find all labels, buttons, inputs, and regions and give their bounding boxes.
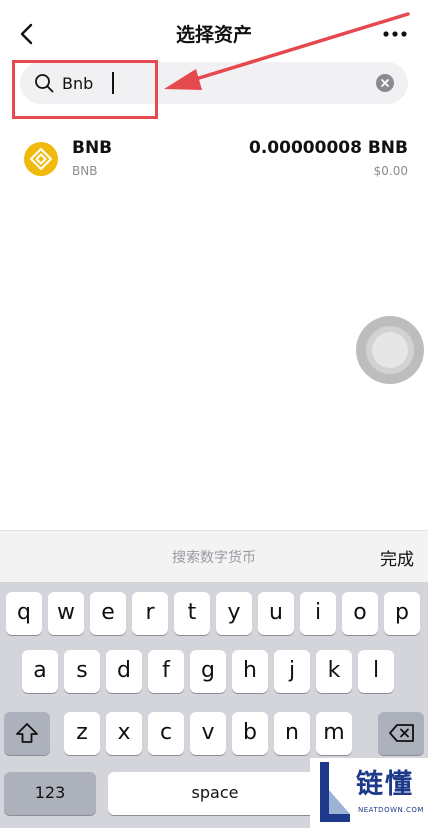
done-button[interactable]: 完成	[380, 545, 414, 570]
asset-row[interactable]: BNB BNB 0.00000008 BNB $0.00	[0, 130, 428, 188]
keyboard-toolbar: 搜索数字货币 完成	[0, 530, 428, 582]
space-key[interactable]: space	[108, 772, 322, 815]
key-v[interactable]: v	[190, 712, 226, 755]
asset-symbol: BNB	[72, 164, 98, 178]
watermark-text: 链懂	[356, 769, 414, 800]
key-p[interactable]: p	[384, 592, 420, 635]
key-q[interactable]: q	[6, 592, 42, 635]
assistive-ring-inner	[372, 332, 408, 368]
key-x[interactable]: x	[106, 712, 142, 755]
watermark-logo-icon	[320, 762, 350, 822]
more-horizontal-icon[interactable]	[382, 30, 408, 38]
watermark: 链懂 NEATDOWN.COM	[310, 758, 428, 828]
key-i[interactable]: i	[300, 592, 336, 635]
key-e[interactable]: e	[90, 592, 126, 635]
key-n[interactable]: n	[274, 712, 310, 755]
asset-balance: 0.00000008 BNB	[249, 138, 408, 158]
bnb-coin-icon	[24, 142, 58, 176]
key-u[interactable]: u	[258, 592, 294, 635]
numbers-key[interactable]: 123	[4, 772, 96, 815]
key-r[interactable]: r	[132, 592, 168, 635]
key-t[interactable]: t	[174, 592, 210, 635]
key-g[interactable]: g	[190, 650, 226, 693]
key-c[interactable]: c	[148, 712, 184, 755]
shift-arrow-icon	[16, 723, 38, 743]
highlight-box	[12, 60, 158, 119]
key-o[interactable]: o	[342, 592, 378, 635]
key-f[interactable]: f	[148, 650, 184, 693]
key-k[interactable]: k	[316, 650, 352, 693]
assistive-touch-button[interactable]	[356, 316, 424, 384]
key-d[interactable]: d	[106, 650, 142, 693]
key-h[interactable]: h	[232, 650, 268, 693]
key-z[interactable]: z	[64, 712, 100, 755]
key-w[interactable]: w	[48, 592, 84, 635]
watermark-subtext: NEATDOWN.COM	[358, 806, 424, 814]
backspace-icon	[389, 724, 414, 742]
key-l[interactable]: l	[358, 650, 394, 693]
key-a[interactable]: a	[22, 650, 58, 693]
clear-icon[interactable]	[376, 74, 394, 92]
key-y[interactable]: y	[216, 592, 252, 635]
page-title: 选择资产	[175, 24, 252, 46]
header: 选择资产	[0, 0, 428, 64]
asset-name: BNB	[72, 138, 113, 158]
key-j[interactable]: j	[274, 650, 310, 693]
key-m[interactable]: m	[316, 712, 352, 755]
delete-key[interactable]	[378, 712, 424, 755]
shift-key[interactable]	[4, 712, 50, 755]
key-s[interactable]: s	[64, 650, 100, 693]
key-b[interactable]: b	[232, 712, 268, 755]
asset-fiat-value: $0.00	[373, 164, 408, 178]
keyboard-hint: 搜索数字货币	[172, 550, 256, 566]
